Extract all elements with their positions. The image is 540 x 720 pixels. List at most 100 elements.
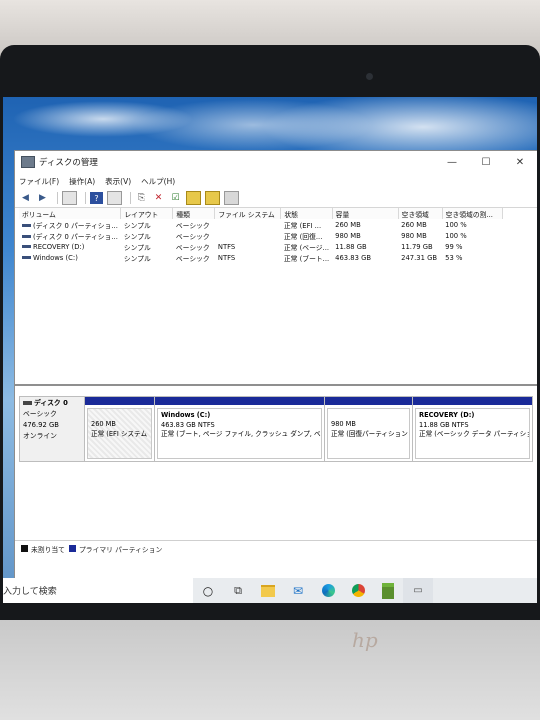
disk-name-line: ディスク 0 (23, 398, 81, 409)
back-arrow-icon[interactable]: ◀ (19, 192, 32, 204)
partition-body: RECOVERY (D:) 11.88 GB NTFS 正常 (ベーシック デー… (415, 408, 530, 459)
toolbar: ◀ ▶ ? ⎘ ✕ ☑ (15, 189, 537, 208)
maximize-button[interactable]: ☐ (469, 151, 503, 173)
column-header-volume[interactable]: ボリューム (19, 208, 122, 219)
partition-bar (413, 397, 532, 405)
rescan-icon[interactable] (186, 191, 201, 205)
partition-recovery-system[interactable]: 980 MB 正常 (回復パーティション (325, 396, 413, 462)
capacity-cell: 11.88 GB (335, 242, 367, 251)
search-placeholder: 入力して検索 (3, 587, 57, 597)
minecraft-icon[interactable] (373, 578, 403, 603)
disk-graphical-view: ディスク 0 ベーシック 476.92 GB オンライン 260 MB 正常 (… (15, 386, 537, 556)
minimize-button[interactable]: — (435, 151, 469, 173)
toolbar-separator (130, 192, 131, 204)
partition-size: 11.88 GB NTFS (419, 420, 469, 429)
layout-cell: シンプル (123, 221, 151, 230)
menu-view[interactable]: 表示(V) (105, 176, 131, 187)
title-bar[interactable]: ディスクの管理 — ☐ ✕ (15, 151, 537, 173)
column-header-capacity[interactable]: 容量 (332, 208, 399, 219)
disk-management-taskbar-icon[interactable]: ▭ (403, 578, 433, 603)
partition-bar (155, 397, 324, 405)
disk-status: オンライン (23, 432, 57, 440)
table-row[interactable]: Windows (C:) シンプル ベーシック NTFS 正常 (ブート... … (19, 252, 502, 263)
free-space-cell: 260 MB (401, 220, 427, 229)
delete-icon[interactable]: ✕ (152, 192, 165, 204)
partition-status: 正常 (回復パーティション (331, 429, 408, 438)
partition-size: 463.83 GB NTFS (161, 420, 215, 429)
partition-body: 980 MB 正常 (回復パーティション (327, 408, 410, 459)
list-view-icon[interactable] (107, 191, 122, 205)
capacity-cell: 980 MB (335, 231, 361, 240)
table-row[interactable]: (ディスク 0 パーティショ... シンプル ベーシック 正常 (回復... 9… (19, 230, 502, 241)
partition-windows[interactable]: Windows (C:) 463.83 GB NTFS 正常 (ブート, ページ… (155, 396, 325, 462)
laptop-keyboard-deck (0, 620, 540, 720)
disk-size: 476.92 GB (23, 421, 59, 429)
connect-icon[interactable]: ⎘ (135, 192, 148, 204)
column-header-status[interactable]: 状態 (280, 208, 333, 219)
screen: ディスクの管理 — ☐ ✕ ファイル(F) 操作(A) 表示(V) ヘルプ(H)… (3, 97, 537, 603)
partition-status: 正常 (EFI システム (91, 429, 148, 438)
webcam (366, 73, 373, 80)
partition-bar (85, 397, 154, 405)
volume-cell: RECOVERY (D:) (19, 241, 121, 252)
search-icon[interactable] (205, 191, 220, 205)
primary-partition-swatch (68, 545, 76, 552)
disk-info-panel[interactable]: ディスク 0 ベーシック 476.92 GB オンライン (19, 396, 85, 462)
partition-bar (325, 397, 412, 405)
volume-name: Windows (C:) (33, 253, 78, 262)
task-view-icon[interactable]: ⧉ (223, 578, 253, 603)
capacity-cell: 463.83 GB (335, 253, 372, 262)
layout-cell: シンプル (123, 232, 151, 241)
disk-management-icon (21, 156, 35, 168)
type-cell: ベーシック (175, 221, 210, 230)
close-button[interactable]: ✕ (503, 151, 537, 173)
partition-efi[interactable]: 260 MB 正常 (EFI システム (85, 396, 155, 462)
taskbar-search-box[interactable]: 入力して検索 (3, 578, 193, 603)
forward-arrow-icon[interactable]: ▶ (36, 192, 49, 204)
partition-status: 正常 (ベーシック データ パーティション (419, 430, 530, 438)
volume-name: (ディスク 0 パーティショ... (33, 232, 118, 241)
volume-icon (22, 235, 31, 238)
table-row[interactable]: (ディスク 0 パーティショ... シンプル ベーシック 正常 (EFI ...… (19, 219, 502, 230)
settings-icon[interactable] (224, 191, 239, 205)
legend: 未割り当て プライマリ パーティション (15, 540, 537, 556)
column-header-free-space[interactable]: 空き領域 (398, 208, 443, 219)
filesystem-cell (215, 219, 281, 230)
check-icon[interactable]: ☑ (169, 192, 182, 204)
properties-icon[interactable] (62, 191, 77, 205)
partition-title (331, 411, 406, 420)
menu-bar: ファイル(F) 操作(A) 表示(V) ヘルプ(H) (15, 173, 537, 189)
partition-recovery-d[interactable]: RECOVERY (D:) 11.88 GB NTFS 正常 (ベーシック デー… (413, 396, 533, 462)
help-icon[interactable]: ? (90, 192, 103, 204)
column-header-layout[interactable]: レイアウト (120, 208, 174, 219)
volume-cell: Windows (C:) (19, 252, 121, 263)
column-header-type[interactable]: 種類 (172, 208, 216, 219)
menu-action[interactable]: 操作(A) (69, 176, 95, 187)
toolbar-separator (57, 192, 58, 204)
cortana-icon[interactable]: ○ (193, 578, 223, 603)
column-header-filesystem[interactable]: ファイル システム (214, 208, 282, 219)
free-space-cell: 980 MB (401, 231, 427, 240)
layout-cell: シンプル (123, 254, 151, 263)
window-title: ディスクの管理 (39, 158, 98, 168)
free-percent-cell: 99 % (445, 242, 463, 251)
column-header-free-percent[interactable]: 空き領域の割... (442, 208, 503, 219)
partition-title (91, 411, 148, 420)
taskbar: 入力して検索 ○ ⧉ ✉ ▭ (3, 578, 537, 603)
edge-icon[interactable] (313, 578, 343, 603)
free-space-cell: 11.79 GB (401, 242, 433, 251)
file-explorer-icon[interactable] (253, 578, 283, 603)
menu-file[interactable]: ファイル(F) (19, 176, 59, 187)
free-percent-cell: 100 % (445, 220, 467, 229)
volume-name: (ディスク 0 パーティショ... (33, 221, 118, 230)
menu-help[interactable]: ヘルプ(H) (141, 176, 175, 187)
legend-unallocated: 未割り当て (31, 545, 65, 554)
disk-type: ベーシック (23, 410, 57, 418)
table-row[interactable]: RECOVERY (D:) シンプル ベーシック NTFS 正常 (ベージ...… (19, 241, 502, 252)
disk-name: ディスク 0 (34, 399, 68, 407)
volume-name: RECOVERY (D:) (33, 242, 85, 251)
volume-cell: (ディスク 0 パーティショ... (19, 230, 121, 241)
chrome-icon[interactable] (343, 578, 373, 603)
mail-icon[interactable]: ✉ (283, 578, 313, 603)
partition-title: Windows (C:) (161, 411, 211, 419)
